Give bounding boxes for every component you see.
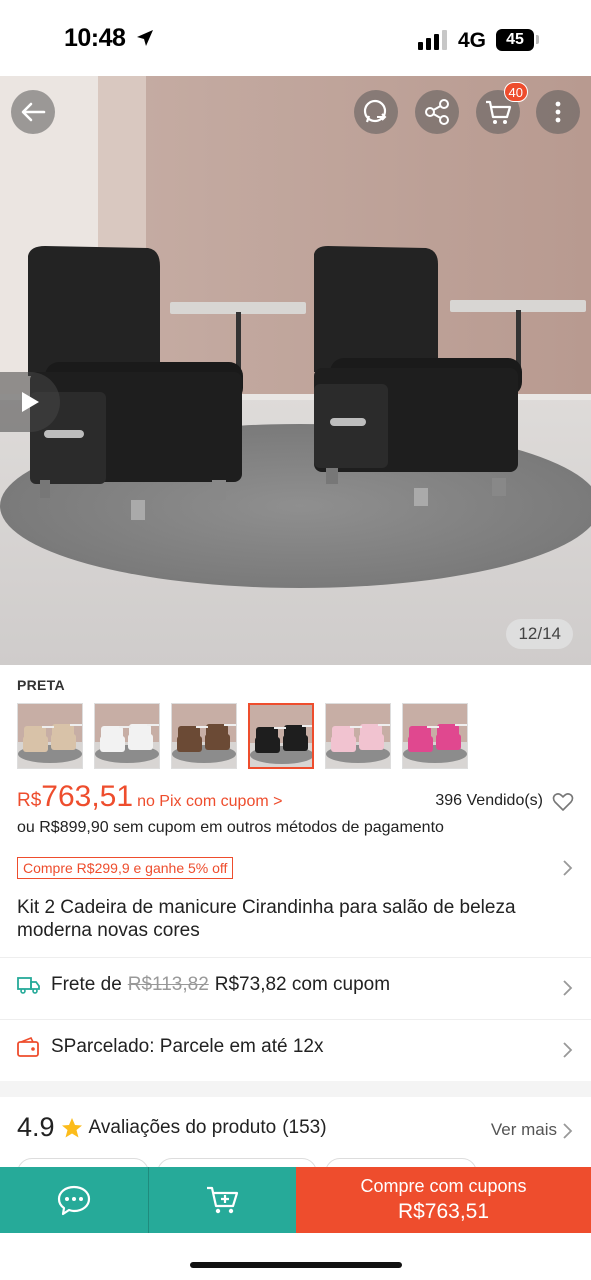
- share-button[interactable]: [415, 90, 459, 134]
- chat-icon: [57, 1185, 91, 1216]
- variant-swatches: [17, 703, 468, 769]
- cellular-signal-icon: [418, 30, 447, 50]
- shipping-row[interactable]: Frete de R$113,82 R$73,82 com cupom: [17, 974, 577, 996]
- play-icon: [22, 392, 39, 412]
- cart-count-badge: 40: [503, 82, 528, 102]
- variant-swatch-branca[interactable]: [94, 703, 160, 769]
- reviews-count: (153): [282, 1116, 327, 1138]
- status-time: 10:48: [64, 24, 126, 52]
- chevron-right-icon: [563, 1123, 573, 1139]
- network-type: 4G: [458, 29, 487, 52]
- product-title: Kit 2 Cadeira de manicure Cirandinha par…: [17, 897, 516, 941]
- truck-icon: [17, 975, 41, 995]
- whatsapp-share-button[interactable]: [354, 90, 398, 134]
- arrow-left-icon: [21, 102, 46, 122]
- chat-button[interactable]: [0, 1167, 148, 1233]
- shipping-new-price: R$73,82 com cupom: [214, 974, 391, 995]
- product-photo: [0, 76, 591, 665]
- share-icon: [425, 99, 449, 125]
- whatsapp-icon: [363, 99, 387, 123]
- chevron-right-icon: [563, 860, 573, 876]
- shipping-prefix: Frete de: [51, 974, 122, 995]
- pix-coupon-link[interactable]: no Pix com cupom >: [137, 793, 282, 811]
- divider: [0, 957, 591, 958]
- chevron-right-icon: [563, 1042, 573, 1058]
- location-arrow-icon: [137, 30, 153, 46]
- more-options-button[interactable]: [536, 90, 580, 134]
- more-vertical-icon: [555, 101, 561, 123]
- divider: [0, 1019, 591, 1020]
- chevron-right-icon: [563, 980, 573, 996]
- cart-icon: [486, 100, 512, 124]
- sold-count: 396 Vendido(s): [435, 792, 543, 809]
- selected-variant-label: PRETA: [17, 677, 65, 693]
- home-indicator: [190, 1262, 402, 1268]
- variant-swatch-bege[interactable]: [17, 703, 83, 769]
- price-value: 763,51: [41, 780, 134, 813]
- buy-button-price: R$763,51: [397, 1200, 490, 1223]
- variant-swatch-pink[interactable]: [402, 703, 468, 769]
- back-button[interactable]: [11, 90, 55, 134]
- wallet-icon: [17, 1037, 41, 1057]
- cart-plus-icon: [206, 1186, 238, 1214]
- buy-with-coupons-button[interactable]: Compre com cupons R$763,51: [296, 1167, 591, 1233]
- bottom-action-bar: Compre com cupons R$763,51: [0, 1167, 591, 1233]
- reviews-label: Avaliações do produto: [88, 1116, 277, 1138]
- product-image-gallery[interactable]: 40 12/14: [0, 76, 591, 665]
- play-video-button[interactable]: [0, 372, 60, 432]
- price-block: R$ 763,51 no Pix com cupom >: [17, 780, 282, 814]
- image-counter: 12/14: [506, 619, 573, 649]
- shipping-old-price: R$113,82: [127, 974, 209, 995]
- alternate-price: ou R$899,90 sem cupom em outros métodos …: [17, 819, 444, 836]
- variant-swatch-preta[interactable]: [248, 703, 314, 769]
- cart-button[interactable]: 40: [476, 82, 528, 134]
- see-more-reviews-link[interactable]: Ver mais: [491, 1120, 557, 1140]
- product-page: 10:48 4G 45 40 12/14 PRETA R$ 763,51 no …: [0, 0, 591, 1280]
- reviews-header: 4.9 Avaliações do produto (153): [17, 1112, 327, 1143]
- price-currency: R$: [17, 790, 42, 811]
- add-to-cart-button[interactable]: [148, 1167, 296, 1233]
- variant-swatch-marrom[interactable]: [171, 703, 237, 769]
- heart-icon[interactable]: [552, 792, 574, 812]
- installment-row[interactable]: SParcelado: Parcele em até 12x: [17, 1036, 577, 1058]
- buy-button-label: Compre com cupons: [360, 1176, 527, 1196]
- installment-label: SParcelado: Parcele em até 12x: [51, 1036, 324, 1057]
- promo-tag[interactable]: Compre R$299,9 e ganhe 5% off: [17, 857, 234, 879]
- star-icon: [61, 1117, 82, 1137]
- battery-cap: [536, 35, 539, 44]
- variant-swatch-rosa-claro[interactable]: [325, 703, 391, 769]
- battery-icon: 45: [496, 29, 534, 51]
- section-separator: [0, 1081, 591, 1097]
- status-bar: 10:48 4G 45: [0, 0, 591, 76]
- rating-score: 4.9: [17, 1112, 55, 1142]
